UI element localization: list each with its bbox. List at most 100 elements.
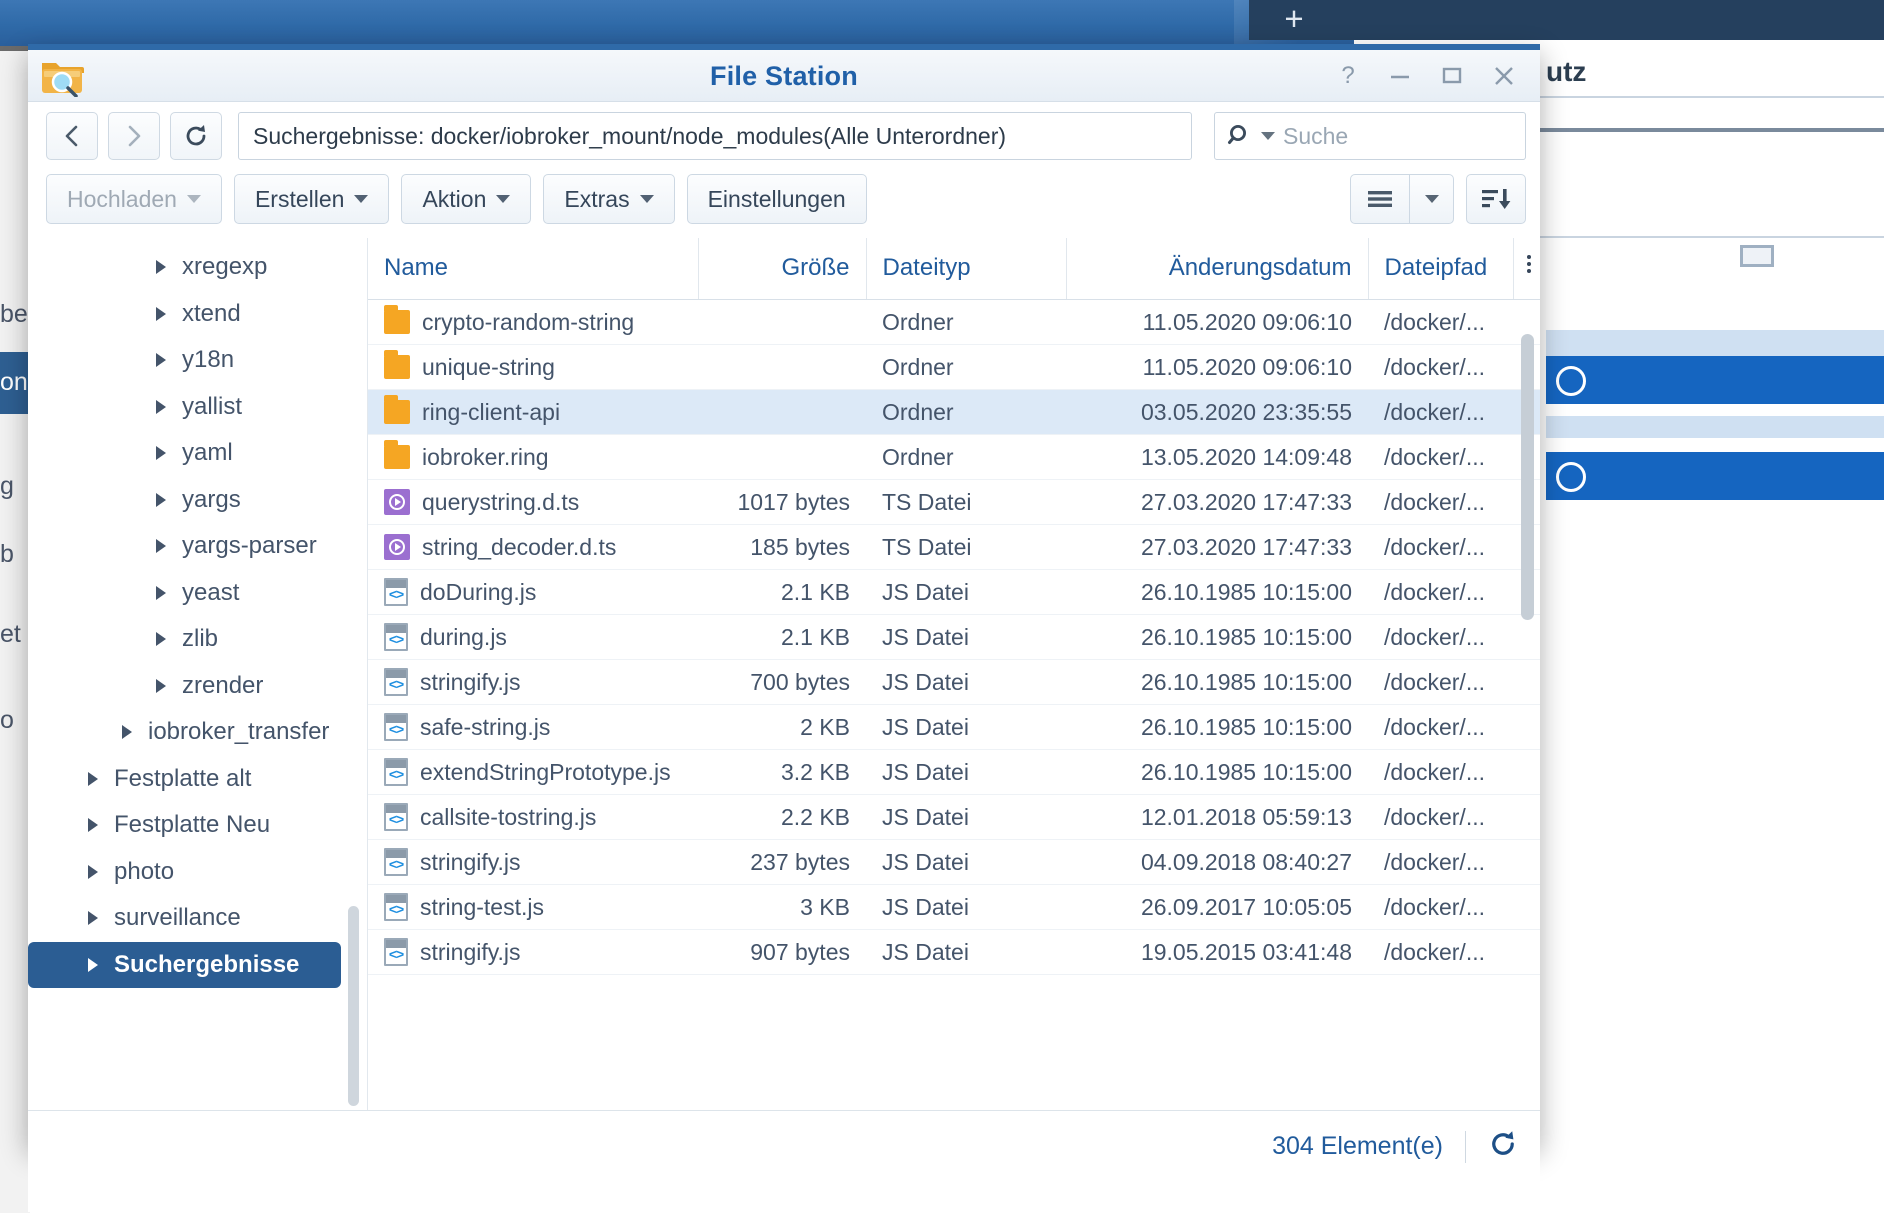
sidebar-item-photo[interactable]: photo — [28, 849, 367, 896]
file-name-cell[interactable]: unique-string — [368, 344, 698, 390]
file-name-cell[interactable]: <> safe-string.js — [368, 704, 698, 750]
maximize-icon[interactable] — [1426, 50, 1478, 102]
column-header-name[interactable]: Name — [368, 238, 699, 300]
table-row[interactable]: <> extendStringPrototype.js 3.2 KB JS Datei… — [368, 749, 1540, 795]
table-row[interactable]: string_decoder.d.ts 185 bytes TS Datei 27.0… — [368, 524, 1540, 570]
file-name-cell[interactable]: <> callsite-tostring.js — [368, 794, 698, 840]
file-name-cell[interactable]: querystring.d.ts — [368, 479, 698, 525]
sidebar-item-festplatte-alt[interactable]: Festplatte alt — [28, 756, 367, 803]
column-header-modified[interactable]: Änderungsdatum — [1066, 238, 1369, 300]
close-icon[interactable] — [1478, 50, 1530, 102]
file-name-cell[interactable]: string_decoder.d.ts — [368, 524, 698, 570]
file-name-label: iobroker.ring — [422, 443, 549, 470]
sidebar-item-zlib[interactable]: zlib — [28, 616, 367, 663]
expand-triangle-icon[interactable] — [150, 678, 172, 693]
window-titlebar[interactable]: File Station ? — [28, 50, 1540, 102]
table-row[interactable]: <> string-test.js 3 KB JS Datei 26.09.2017 1… — [368, 884, 1540, 930]
forward-button[interactable] — [108, 112, 160, 160]
table-row[interactable]: <> safe-string.js 2 KB JS Datei 26.10.1985 1… — [368, 704, 1540, 750]
file-name-cell[interactable]: <> stringify.js — [368, 929, 698, 975]
list-view-icon[interactable] — [1351, 175, 1409, 223]
sidebar-item-iobroker-transfer[interactable]: iobroker_transfer — [28, 709, 367, 756]
column-header-type[interactable]: Dateityp — [866, 238, 1067, 300]
expand-triangle-icon[interactable] — [150, 353, 172, 368]
expand-triangle-icon[interactable] — [82, 957, 104, 972]
table-row[interactable]: <> stringify.js 237 bytes JS Datei 04.09.201… — [368, 839, 1540, 885]
table-row[interactable]: iobroker.ring Ordner 13.05.2020 14:09:48/d… — [368, 434, 1540, 480]
expand-triangle-icon[interactable] — [82, 771, 104, 786]
browser-tab-bar — [1249, 0, 1884, 40]
action-button[interactable]: Aktion — [401, 174, 532, 224]
sidebar-scrollbar[interactable] — [348, 906, 359, 1106]
expand-triangle-icon[interactable] — [150, 585, 172, 600]
kebab-menu-icon[interactable] — [1513, 238, 1540, 300]
expand-triangle-icon[interactable] — [150, 632, 172, 647]
help-icon[interactable]: ? — [1322, 50, 1374, 102]
sidebar-item-yargs[interactable]: yargs — [28, 477, 367, 524]
file-name-cell[interactable]: <> stringify.js — [368, 659, 698, 705]
expand-triangle-icon[interactable] — [82, 818, 104, 833]
sort-descending-icon[interactable] — [1466, 174, 1526, 224]
expand-triangle-icon[interactable] — [150, 260, 172, 275]
table-row[interactable]: unique-string Ordner 11.05.2020 09:06:10/d… — [368, 344, 1540, 390]
sidebar-item-yaml[interactable]: yaml — [28, 430, 367, 477]
back-button[interactable] — [46, 112, 98, 160]
refresh-button[interactable] — [170, 112, 222, 160]
table-row[interactable]: <> callsite-tostring.js 2.2 KB JS Datei 12.0… — [368, 794, 1540, 840]
view-mode-split-button[interactable] — [1350, 174, 1454, 224]
chevron-down-icon[interactable] — [1261, 132, 1275, 140]
expand-triangle-icon[interactable] — [82, 911, 104, 926]
expand-triangle-icon[interactable] — [150, 539, 172, 554]
search-input[interactable]: Suche — [1214, 112, 1526, 160]
sidebar-item-zrender[interactable]: zrender — [28, 663, 367, 710]
file-name-cell[interactable]: crypto-random-string — [368, 299, 698, 345]
file-row-spacer — [1513, 659, 1540, 705]
file-name-cell[interactable]: <> extendStringPrototype.js — [368, 749, 698, 795]
file-name-cell[interactable]: <> string-test.js — [368, 884, 698, 930]
table-row[interactable]: <> stringify.js 700 bytes JS Datei 26.10.198… — [368, 659, 1540, 705]
expand-triangle-icon[interactable] — [150, 492, 172, 507]
path-input[interactable]: Suchergebnisse: docker/iobroker_mount/no… — [238, 112, 1192, 160]
file-name-cell[interactable]: <> doDuring.js — [368, 569, 698, 615]
sidebar-item-yargs-parser[interactable]: yargs-parser — [28, 523, 367, 570]
file-name-label: crypto-random-string — [422, 308, 635, 335]
file-name-cell[interactable]: <> stringify.js — [368, 839, 698, 885]
sidebar-item-label: iobroker_transfer — [148, 718, 330, 746]
table-row[interactable]: ring-client-api Ordner 03.05.2020 23:35:55… — [368, 389, 1540, 435]
sidebar-item-suchergebnisse[interactable]: Suchergebnisse — [28, 941, 341, 988]
window-bottom-edge — [28, 1182, 1540, 1212]
sidebar-item-yeast[interactable]: yeast — [28, 570, 367, 617]
expand-triangle-icon[interactable] — [82, 864, 104, 879]
table-row[interactable]: <> stringify.js 907 bytes JS Datei 19.05.201… — [368, 929, 1540, 975]
status-refresh-button[interactable] — [1488, 1129, 1518, 1164]
sidebar-item-yallist[interactable]: yallist — [28, 384, 367, 431]
settings-button[interactable]: Einstellungen — [686, 174, 867, 224]
sidebar-item-xtend[interactable]: xtend — [28, 291, 367, 338]
extras-button[interactable]: Extras — [543, 174, 675, 224]
expand-triangle-icon[interactable] — [116, 725, 138, 740]
column-header-size[interactable]: Größe — [698, 238, 867, 300]
sidebar-item-xregexp[interactable]: xregexp — [28, 244, 367, 291]
file-modified-cell: 04.09.2018 08:40:27 — [1066, 839, 1368, 885]
file-station-window: File Station ? Suchergebnisse: docker/io… — [28, 44, 1540, 1212]
column-header-path[interactable]: Dateipfad — [1368, 238, 1514, 300]
table-row[interactable]: <> doDuring.js 2.1 KB JS Datei 26.10.1985 10… — [368, 569, 1540, 615]
expand-triangle-icon[interactable] — [150, 399, 172, 414]
file-list-scrollbar[interactable] — [1521, 334, 1534, 620]
sidebar-item-festplatte-neu[interactable]: Festplatte Neu — [28, 802, 367, 849]
table-row[interactable]: querystring.d.ts 1017 bytes TS Datei 27.03.… — [368, 479, 1540, 525]
plus-icon[interactable]: + — [1278, 1, 1310, 37]
table-row[interactable]: <> during.js 2.1 KB JS Datei 26.10.1985 10:1… — [368, 614, 1540, 660]
sidebar-item-surveillance[interactable]: surveillance — [28, 895, 367, 942]
upload-button[interactable]: Hochladen — [46, 174, 222, 224]
file-name-cell[interactable]: ring-client-api — [368, 389, 698, 435]
chevron-down-icon[interactable] — [1409, 175, 1453, 223]
expand-triangle-icon[interactable] — [150, 306, 172, 321]
file-name-cell[interactable]: <> during.js — [368, 614, 698, 660]
create-button[interactable]: Erstellen — [233, 174, 390, 224]
minimize-icon[interactable] — [1374, 50, 1426, 102]
file-name-cell[interactable]: iobroker.ring — [368, 434, 698, 480]
expand-triangle-icon[interactable] — [150, 446, 172, 461]
sidebar-item-y18n[interactable]: y18n — [28, 337, 367, 384]
table-row[interactable]: crypto-random-string Ordner 11.05.2020 09:… — [368, 299, 1540, 345]
